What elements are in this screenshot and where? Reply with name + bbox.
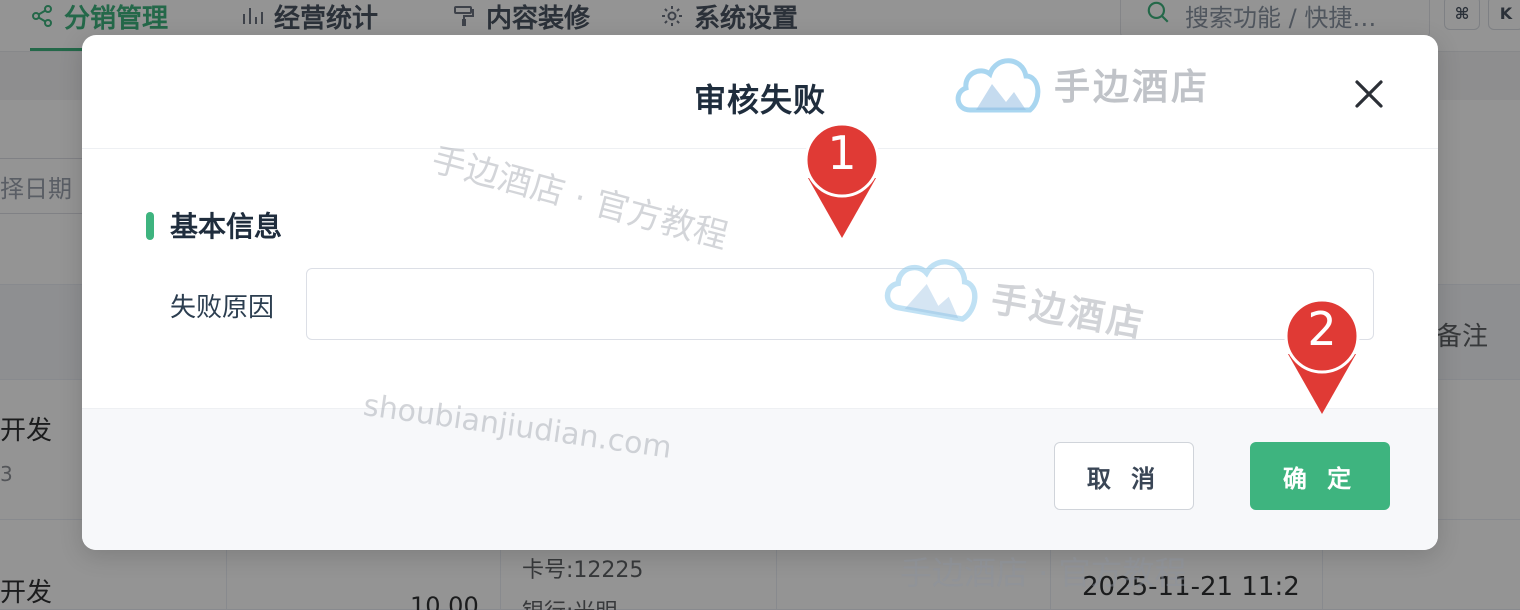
section-accent-bar <box>146 212 154 240</box>
close-button[interactable] <box>1352 77 1386 111</box>
failure-reason-label: 失败原因 <box>170 293 275 323</box>
cancel-button[interactable]: 取 消 <box>1054 442 1194 510</box>
audit-failed-dialog: 审核失败 基本信息 失败原因 取 消 确 定 <box>82 35 1438 550</box>
close-icon <box>1355 80 1383 108</box>
dialog-footer <box>82 408 1438 550</box>
cloud-logo-icon <box>955 58 1041 113</box>
marker-number: 1 <box>827 126 857 180</box>
marker-number: 2 <box>1307 302 1337 356</box>
dialog-title: 审核失败 <box>693 81 826 119</box>
failure-reason-input[interactable] <box>306 268 1374 340</box>
dialog-header: 审核失败 <box>82 35 1438 149</box>
tutorial-watermark: 手边酒店 · 官方教程 <box>900 554 1187 592</box>
brand-watermark: 手边酒店 <box>952 52 1210 116</box>
step-marker-2: 2 <box>1282 298 1362 416</box>
section-title-basic-info: 基本信息 <box>170 210 283 243</box>
brand-watermark-text: 手边酒店 <box>1054 67 1211 108</box>
step-marker-1: 1 <box>802 122 882 240</box>
confirm-button[interactable]: 确 定 <box>1250 442 1390 510</box>
